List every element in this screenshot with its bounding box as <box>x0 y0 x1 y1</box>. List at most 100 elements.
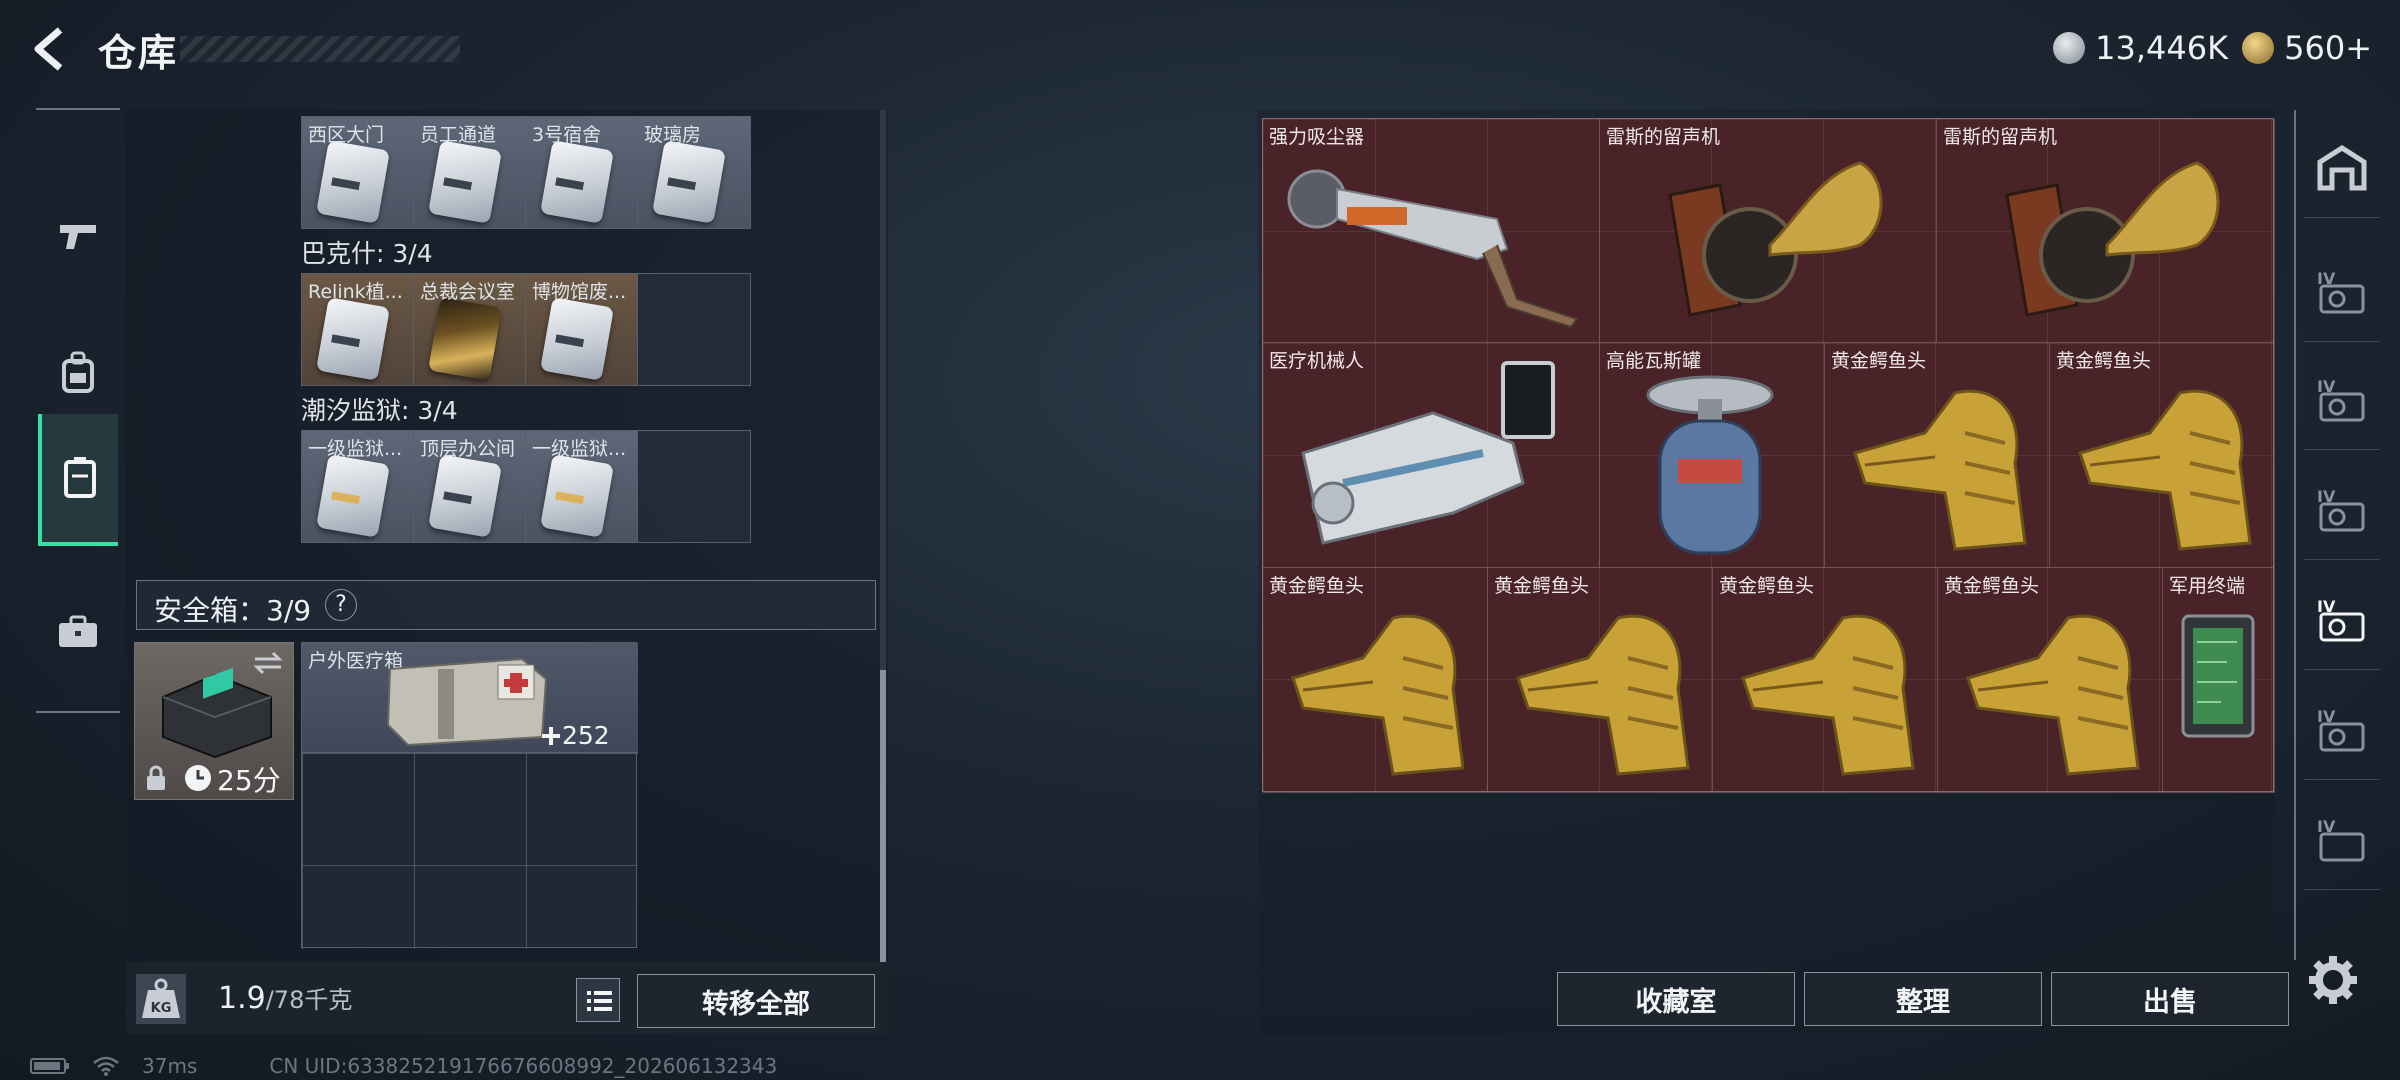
keycard-slot[interactable]: 一级监狱... <box>302 431 414 542</box>
stash-tab[interactable]: IV <box>2304 460 2380 560</box>
inventory-footer: KG 1.9/78千克 转移全部 <box>126 962 888 1034</box>
silver-currency: 13,446K <box>2053 29 2228 67</box>
safe-box-header: 安全箱：3/9 ? <box>136 580 876 630</box>
scrollbar-thumb[interactable] <box>880 670 886 962</box>
ping: 37ms <box>142 1054 198 1078</box>
stash-tab[interactable]: IV <box>2304 350 2380 450</box>
stash-tab[interactable]: IV <box>2304 680 2380 780</box>
keycard-icon <box>316 297 390 381</box>
vacuum-icon <box>1287 169 1579 329</box>
list-view-button[interactable] <box>576 978 620 1022</box>
organize-button[interactable]: 整理 <box>1804 972 2042 1026</box>
stash-tier-icon: IV <box>2317 707 2365 751</box>
medkit-slot[interactable]: 户外医疗箱 252 <box>302 643 638 753</box>
list-icon <box>587 991 612 1011</box>
sell-button[interactable]: 出售 <box>2051 972 2289 1026</box>
keycard-slot[interactable]: 顶层办公间 <box>414 431 526 542</box>
backpack-icon <box>62 351 94 393</box>
gramophone-icon <box>1668 161 1883 317</box>
gold-crocodile-head-icon <box>2078 389 2252 551</box>
stash-item[interactable]: 黄金鳄鱼头 <box>1938 568 2163 793</box>
stash-tier-icon: IV <box>2317 817 2365 861</box>
keycard-icon <box>540 454 614 538</box>
stash-item[interactable]: 雷斯的留声机 <box>1937 119 2275 343</box>
weight-capacity: /78千克 <box>265 986 353 1014</box>
keycard-slot[interactable]: 博物馆废... <box>526 274 638 385</box>
settings-button[interactable] <box>2303 950 2363 1010</box>
lock-icon <box>147 765 165 790</box>
stash-item[interactable]: 医疗机械人 <box>1263 343 1600 568</box>
vault-icon <box>2317 144 2367 190</box>
plus-icon <box>542 727 560 745</box>
arrow-left-icon <box>34 27 63 71</box>
left-category-nav <box>36 108 120 713</box>
keycard-row: 西区大门 员工通道 3号宿舍 玻璃房 <box>301 116 751 229</box>
container-icon <box>64 457 96 498</box>
nav-tab-cases[interactable] <box>38 566 118 698</box>
currency-display: 13,446K 560+ <box>2053 26 2372 70</box>
stash-item[interactable]: 黄金鳄鱼头 <box>2050 343 2275 568</box>
gold-triangle-coin-icon <box>2242 32 2275 64</box>
keycard-icon <box>428 454 502 538</box>
keycard-icon <box>540 297 614 381</box>
keycard-slot[interactable]: 玻璃房 <box>638 117 750 228</box>
inventory-panel: 西区大门 员工通道 3号宿舍 玻璃房 巴克什: 3/4 Relink植... 总… <box>126 110 888 1034</box>
keycard-slot[interactable]: 总裁会议室 <box>414 274 526 385</box>
empty-keycard-slot[interactable] <box>638 431 750 542</box>
stash-tab[interactable]: IV <box>2304 790 2380 890</box>
stash-tier-icon: IV <box>2317 377 2365 421</box>
transfer-all-button[interactable]: 转移全部 <box>637 974 875 1028</box>
keycard-icon <box>316 140 390 224</box>
stash-item[interactable]: 黄金鳄鱼头 <box>1263 568 1488 793</box>
safe-box-timer: 25分 <box>217 764 281 797</box>
stash-tab-active[interactable]: IV <box>2304 570 2380 670</box>
stash-item[interactable]: 黄金鳄鱼头 <box>1825 343 2050 568</box>
keycard-slot[interactable]: 3号宿舍 <box>526 117 638 228</box>
stash-item[interactable]: 黄金鳄鱼头 <box>1713 568 1938 793</box>
gold-crocodile-head-icon <box>1516 614 1690 776</box>
keycard-icon <box>428 140 502 224</box>
pistol-icon <box>60 225 96 249</box>
safe-box-icon <box>162 667 272 759</box>
stash-item[interactable]: 黄金鳄鱼头 <box>1488 568 1713 793</box>
silver-amount: 13,446K <box>2095 29 2229 67</box>
vault-tab[interactable] <box>2304 118 2380 218</box>
empty-safe-slots[interactable] <box>302 753 638 949</box>
stash-tab[interactable]: IV <box>2304 242 2380 342</box>
keycard-slot[interactable]: 西区大门 <box>302 117 414 228</box>
nav-tab-containers[interactable] <box>38 414 118 546</box>
item-count: 252 <box>562 721 610 750</box>
page-title: 仓库 <box>98 31 179 75</box>
keycard-slot[interactable]: 一级监狱... <box>526 431 638 542</box>
title-decoration <box>180 36 460 62</box>
keycard-slot[interactable]: Relink植... <box>302 274 414 385</box>
stash-tier-icon: IV <box>2317 487 2365 531</box>
gold-currency[interactable]: 560+ <box>2242 29 2372 67</box>
military-terminal-icon <box>2181 614 2255 738</box>
briefcase-icon <box>59 615 97 647</box>
stash-item[interactable]: 雷斯的留声机 <box>1600 119 1937 343</box>
keycard-group-title: 潮汐监狱: 3/4 <box>301 396 458 425</box>
status-bar: 37ms CN UID:633825219176676608992_202606… <box>30 1054 777 1078</box>
stash-item[interactable]: 军用终端 <box>2163 568 2275 793</box>
svg-text:KG: KG <box>151 1001 172 1016</box>
gas-canister-icon <box>1646 375 1774 555</box>
stash-item[interactable]: 高能瓦斯罐 <box>1600 343 1825 568</box>
empty-keycard-slot[interactable] <box>638 274 750 385</box>
keycard-icon <box>540 140 614 224</box>
back-button[interactable] <box>26 22 76 76</box>
keycard-icon <box>316 454 390 538</box>
weight-readout: 1.9/78千克 <box>218 980 352 1016</box>
swap-icon[interactable] <box>253 651 283 675</box>
keycard-slot[interactable]: 员工通道 <box>414 117 526 228</box>
safe-box-slot[interactable]: 25分 <box>134 642 294 800</box>
keycard-row: 一级监狱... 顶层办公间 一级监狱... <box>301 430 751 543</box>
stash-item[interactable]: 强力吸尘器 <box>1263 119 1600 343</box>
nav-tab-weapons[interactable] <box>38 170 118 302</box>
safe-box-label: 安全箱：3/9 <box>154 594 312 627</box>
wifi-icon <box>93 1056 119 1076</box>
help-button[interactable]: ? <box>325 589 357 621</box>
gramophone-icon <box>2005 161 2220 317</box>
battery-icon <box>30 1058 69 1074</box>
collection-room-button[interactable]: 收藏室 <box>1557 972 1795 1026</box>
